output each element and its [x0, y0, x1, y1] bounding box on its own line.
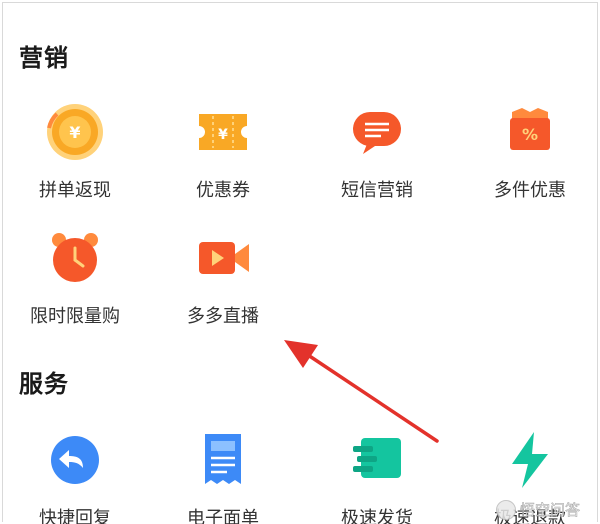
- tile-electronic-waybill[interactable]: 电子面单: [148, 428, 298, 524]
- wukong-logo-icon: [495, 499, 516, 520]
- tile-duoduo-live[interactable]: 多多直播: [148, 226, 298, 336]
- tile-label: 电子面单: [187, 508, 259, 524]
- section-title-marketing: 营销: [19, 44, 69, 72]
- tile-label: 优惠券: [196, 180, 250, 201]
- tile-label: 限时限量购: [30, 306, 120, 327]
- reply-bubble-icon: [51, 436, 99, 484]
- tile-label: 多件优惠: [494, 180, 566, 201]
- receipt-icon: [205, 434, 241, 484]
- percent-tag-icon: %: [510, 108, 550, 150]
- watermark: 悟空问答: [495, 499, 581, 520]
- lightning-icon: [512, 432, 548, 488]
- sms-chat-icon: [353, 112, 401, 154]
- coupon-ticket-icon: ¥: [199, 114, 247, 150]
- tile-multi-item-discount[interactable]: % 多件优惠: [455, 100, 600, 210]
- section-title-service: 服务: [19, 370, 69, 398]
- tile-label: 多多直播: [187, 306, 259, 327]
- alarm-clock-icon: [52, 233, 98, 282]
- svg-text:¥: ¥: [218, 127, 228, 143]
- tile-label: 拼单返现: [39, 180, 111, 201]
- fast-delivery-icon: [353, 438, 401, 478]
- tile-fast-delivery[interactable]: 极速发货: [302, 428, 452, 524]
- tile-sms-marketing[interactable]: 短信营销: [302, 100, 452, 210]
- svg-text:%: %: [522, 125, 538, 144]
- tile-pindan-cashback[interactable]: ¥ 拼单返现: [0, 100, 150, 210]
- tile-quick-reply[interactable]: 快捷回复: [0, 428, 150, 524]
- tile-label: 快捷回复: [39, 508, 111, 524]
- tile-coupon[interactable]: ¥ 优惠券: [148, 100, 298, 210]
- svg-text:¥: ¥: [69, 123, 80, 142]
- tile-limited-time-purchase[interactable]: 限时限量购: [0, 226, 150, 336]
- watermark-text: 悟空问答: [519, 501, 581, 520]
- yuan-coin-icon: ¥: [47, 104, 103, 160]
- live-video-icon: [199, 242, 249, 274]
- tile-label: 极速发货: [341, 508, 413, 524]
- tile-label: 短信营销: [341, 180, 413, 201]
